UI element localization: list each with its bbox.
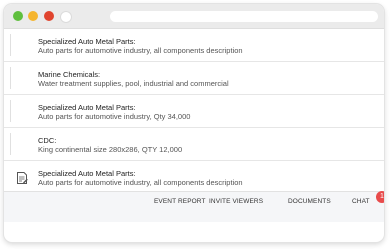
item-description: Auto parts for automotive industry, Qty … [38, 112, 191, 121]
event-report-button[interactable]: EVENT REPORT [154, 198, 206, 205]
item-description: Water treatment supplies, pool, industri… [38, 79, 229, 88]
feed-list: Specialized Auto Metal Parts: Auto parts… [4, 29, 384, 194]
chat-notification-badge: 1 [376, 191, 384, 203]
list-item[interactable]: CDC: King continental size 280x286, QTY … [4, 128, 384, 161]
list-item[interactable]: Specialized Auto Metal Parts: Auto parts… [4, 161, 384, 194]
footer-toolbar: EVENT REPORT INVITE VIEWERS DOCUMENTS CH… [4, 191, 384, 222]
item-description: King continental size 280x286, QTY 12,00… [38, 145, 183, 154]
address-bar[interactable] [110, 11, 378, 22]
item-title: Specialized Auto Metal Parts: [38, 169, 136, 178]
app-window: Specialized Auto Metal Parts: Auto parts… [4, 4, 384, 242]
list-item[interactable]: Specialized Auto Metal Parts: Auto parts… [4, 29, 384, 62]
chat-button[interactable]: CHAT [352, 198, 370, 205]
item-title: CDC: [38, 136, 57, 145]
title-bar [4, 4, 384, 29]
invite-viewers-button[interactable]: INVITE VIEWERS [209, 198, 263, 205]
documents-button[interactable]: DOCUMENTS [288, 198, 331, 205]
item-description: Auto parts for automotive industry, all … [38, 178, 243, 187]
window-maximize-button[interactable] [13, 11, 23, 21]
item-title: Specialized Auto Metal Parts: [38, 103, 136, 112]
item-title: Marine Chemicals: [38, 70, 101, 79]
window-extra-button[interactable] [60, 11, 72, 23]
window-minimize-button[interactable] [28, 11, 38, 21]
row-divider [10, 34, 11, 56]
note-icon[interactable] [16, 171, 28, 185]
row-divider [10, 100, 11, 122]
window-close-button[interactable] [44, 11, 54, 21]
item-description: Auto parts for automotive industry, all … [38, 46, 243, 55]
row-divider [10, 67, 11, 89]
list-item[interactable]: Marine Chemicals: Water treatment suppli… [4, 62, 384, 95]
item-title: Specialized Auto Metal Parts: [38, 37, 136, 46]
list-item[interactable]: Specialized Auto Metal Parts: Auto parts… [4, 95, 384, 128]
row-divider [10, 133, 11, 155]
